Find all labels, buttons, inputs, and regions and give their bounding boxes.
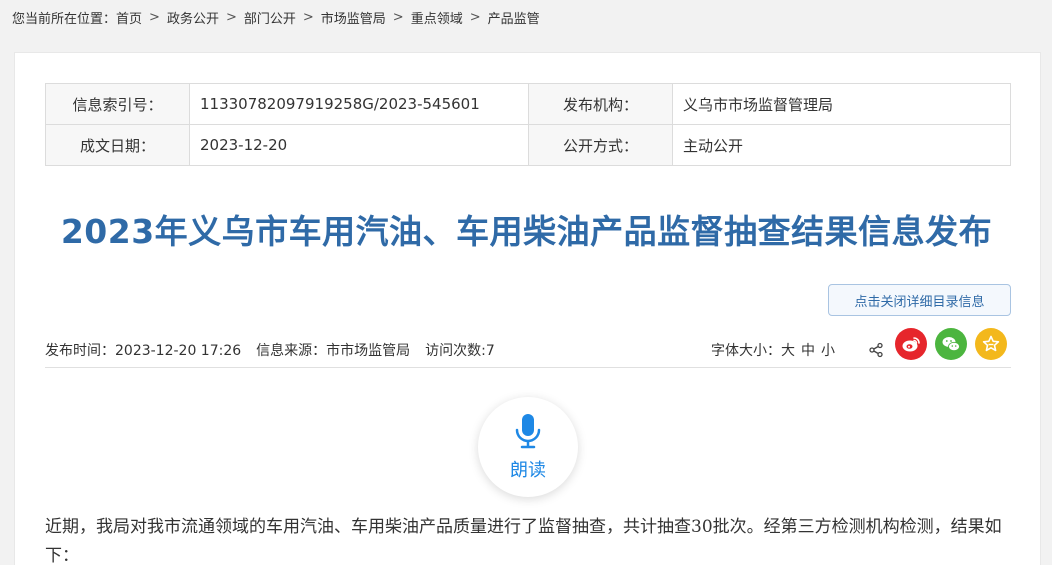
info-source: 信息来源：市市场监管局 [256, 343, 411, 359]
breadcrumb: 您当前所在位置： 首页 > 政务公开 > 部门公开 > 市场监管局 > 重点领域… [12, 7, 540, 27]
breadcrumb-separator: > [469, 9, 481, 25]
publisher-value: 义乌市市场监督管理局 [672, 83, 1011, 125]
date-value: 2023-12-20 [189, 124, 529, 166]
breadcrumb-product-supervision[interactable]: 产品监管 [488, 8, 540, 27]
page-title: 2023年义乌市车用汽油、车用柴油产品监督抽查结果信息发布 [60, 212, 993, 251]
share-icon[interactable] [867, 332, 885, 368]
weibo-share-button[interactable] [895, 328, 927, 360]
favorite-button[interactable] [975, 328, 1007, 360]
meta-row: 成文日期： 2023-12-20 公开方式： 主动公开 [45, 124, 1011, 166]
weibo-icon [902, 337, 920, 352]
font-size-large[interactable]: 大 [781, 340, 795, 360]
date-label: 成文日期： [45, 124, 190, 166]
divider [45, 367, 1011, 368]
font-size-label: 字体大小： [711, 343, 781, 359]
publisher-label: 发布机构： [528, 83, 673, 125]
toggle-catalog-button[interactable]: 点击关闭详细目录信息 [828, 284, 1011, 316]
breadcrumb-separator: > [225, 9, 237, 25]
star-icon [982, 335, 1000, 352]
article-card: 信息索引号： 11330782097919258G/2023-545601 发布… [14, 52, 1041, 565]
breadcrumb-separator: > [149, 9, 160, 25]
breadcrumb-market-bureau[interactable]: 市场监管局 [321, 8, 386, 27]
breadcrumb-gov-affairs[interactable]: 政务公开 [167, 8, 219, 27]
article-paragraph: 近期，我局对我市流通领域的车用汽油、车用柴油产品质量进行了监督抽查，共计抽查30… [45, 517, 1002, 565]
breadcrumb-dept-affairs[interactable]: 部门公开 [244, 8, 296, 27]
wechat-share-button[interactable] [935, 328, 967, 360]
font-size-small[interactable]: 小 [821, 340, 835, 360]
font-size-control: 字体大小： 大 中 小 [711, 332, 835, 368]
breadcrumb-separator: > [392, 9, 404, 25]
meta-row: 信息索引号： 11330782097919258G/2023-545601 发布… [45, 83, 1011, 125]
wechat-icon [942, 337, 960, 352]
meta-info-table: 信息索引号： 11330782097919258G/2023-545601 发布… [45, 83, 1011, 166]
disclosure-value: 主动公开 [672, 124, 1011, 166]
font-size-medium[interactable]: 中 [801, 340, 815, 360]
read-aloud-label: 朗读 [510, 460, 546, 481]
microphone-icon [515, 414, 541, 449]
publish-time: 发布时间：2023-12-20 17:26 [45, 343, 242, 359]
disclosure-label: 公开方式： [528, 124, 673, 166]
index-label: 信息索引号： [45, 83, 190, 125]
breadcrumb-home[interactable]: 首页 [116, 8, 142, 27]
read-aloud-button[interactable]: 朗读 [478, 397, 578, 497]
visit-count: 访问次数:7 [425, 343, 495, 359]
breadcrumb-separator: > [302, 9, 314, 25]
breadcrumb-key-areas[interactable]: 重点领域 [411, 8, 463, 27]
breadcrumb-prefix: 您当前所在位置： [12, 11, 117, 27]
index-value: 11330782097919258G/2023-545601 [189, 83, 529, 125]
